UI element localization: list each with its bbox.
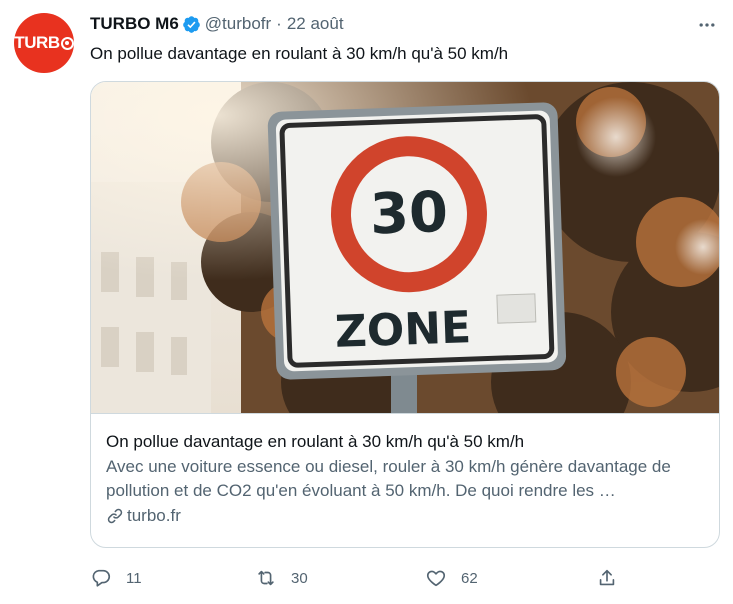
display-name[interactable]: TURBO M6 [90,14,179,34]
avatar-logo-ring [60,36,74,50]
card-title: On pollue davantage en roulant à 30 km/h… [106,432,525,451]
like-button[interactable]: 62 [425,564,478,592]
share-button[interactable] [596,564,618,592]
retweet-count: 30 [291,569,308,587]
separator: · [276,14,282,33]
tweet-actions: 11 30 62 [90,564,630,592]
more-icon [699,23,715,27]
link-icon [107,508,123,524]
card-domain: turbo.fr [106,506,704,526]
verified-icon [182,15,200,33]
sign-zone-text: ZONE [334,302,472,358]
tweet-text: On pollue davantage en roulant à 30 km/h… [90,44,509,63]
retweet-icon [258,570,274,586]
card-domain-text: turbo.fr [127,506,181,525]
avatar[interactable]: TURB [14,13,74,73]
retweet-button[interactable]: 30 [255,564,308,592]
reply-icon [92,569,111,587]
reply-count: 11 [126,569,142,587]
share-icon [599,569,615,586]
like-count: 62 [461,569,478,587]
reply-button[interactable]: 11 [90,564,142,592]
sign-number: 30 [369,180,449,248]
handle[interactable]: @turbofr [205,14,271,34]
link-card[interactable]: 30 ZONE On pollue davantage en roulant à… [90,81,720,548]
avatar-logo: TURB [14,33,74,53]
more-button[interactable] [695,13,719,37]
card-description: Avec une voiture essence ou diesel, roul… [106,457,671,500]
like-icon [426,570,446,587]
tweet-header: TURBO M6 @turbofr · 22 août [90,12,717,36]
card-image: 30 ZONE [91,82,719,414]
card-body: On pollue davantage en roulant à 30 km/h… [106,431,704,526]
tweet-date[interactable]: 22 août [287,14,344,34]
